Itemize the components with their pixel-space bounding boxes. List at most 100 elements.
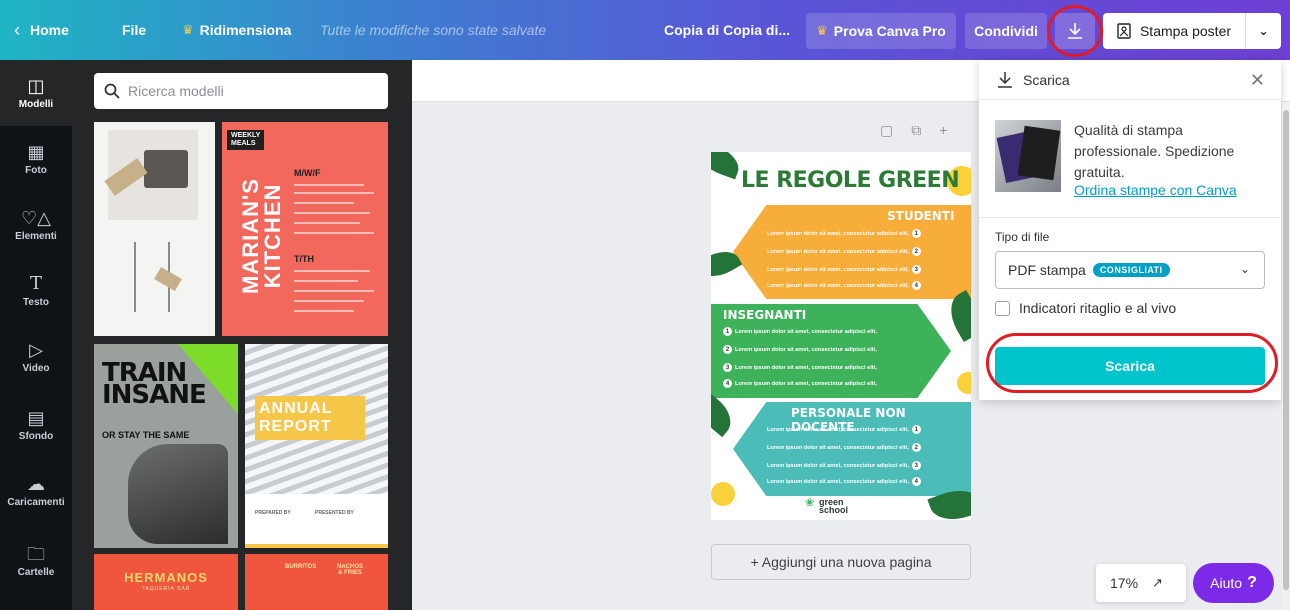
print-promo-image xyxy=(995,120,1061,192)
resize-button[interactable]: ♛ Ridimensiona xyxy=(182,0,291,60)
add-page-icon[interactable]: + xyxy=(939,122,947,139)
crop-marks-label: Indicatori ritaglio e al vivo xyxy=(1019,300,1177,316)
poster-number: 2 xyxy=(723,345,732,354)
background-icon: ▤ xyxy=(27,407,45,428)
sidebar-item-uploads[interactable]: ☁ Caricamenti xyxy=(0,458,72,524)
crop-marks-option[interactable]: Indicatori ritaglio e al vivo xyxy=(995,300,1176,316)
template-report-presented: PRESENTED BY xyxy=(315,510,354,516)
sidebar-item-text[interactable]: T Testo xyxy=(0,258,72,324)
poster-line: Lorem ipsum dolor sit amet, consectetur … xyxy=(767,248,909,255)
sidebar-item-video[interactable]: ▷ Video xyxy=(0,324,72,390)
download-panel-header: Scarica ✕ xyxy=(979,60,1281,100)
download-submit-button[interactable]: Scarica xyxy=(995,347,1265,385)
poster-page[interactable]: LE REGOLE GREEN STUDENTI Lorem ipsum dol… xyxy=(711,152,971,520)
photo-icon: ▦ xyxy=(27,141,45,162)
document-title[interactable]: Copia di Copia di... xyxy=(664,0,790,60)
try-pro-button[interactable]: ♛ Prova Canva Pro xyxy=(806,13,956,49)
leaf-icon: ❀ xyxy=(805,497,815,509)
template-menu-col1: BURRITOS xyxy=(285,564,317,570)
poster-line: Lorem ipsum dolor sit amet, consectetur … xyxy=(767,282,909,289)
print-options-dropdown[interactable]: ⌄ xyxy=(1245,13,1281,49)
crown-icon: ♛ xyxy=(816,23,828,38)
crown-icon: ♛ xyxy=(182,22,194,37)
poster-number: 1 xyxy=(911,229,921,238)
search-box[interactable] xyxy=(94,73,388,109)
poster-number: 1 xyxy=(911,425,921,434)
template-meals-day2: T/TH xyxy=(294,254,314,264)
question-icon: ? xyxy=(1247,574,1257,591)
text-icon: T xyxy=(29,272,42,294)
recommended-badge: CONSIGLIATI xyxy=(1092,263,1170,277)
download-panel-title: Scarica xyxy=(1023,71,1070,88)
expand-icon[interactable]: ↗ xyxy=(1152,575,1163,591)
sidebar-item-templates[interactable]: ◫ Modelli xyxy=(0,60,72,126)
sidebar-item-background[interactable]: ▤ Sfondo xyxy=(0,392,72,458)
print-poster-button[interactable]: Stampa poster xyxy=(1103,13,1245,49)
template-train-title: TRAIN INSANE xyxy=(102,358,207,410)
poster-line: Lorem ipsum dolor sit amet, consectetur … xyxy=(735,346,877,353)
order-prints-link[interactable]: Ordina stampe con Canva xyxy=(1074,182,1237,198)
poster-line: Lorem ipsum dolor sit amet, consectetur … xyxy=(767,478,909,485)
template-weekly-meals[interactable]: WEEKLY MEALS MARIAN'S KITCHEN M/W/F T/TH xyxy=(222,122,388,336)
poster-number: 3 xyxy=(723,363,732,372)
home-button[interactable]: ‹ Home xyxy=(14,0,69,60)
zoom-level: 17% xyxy=(1110,575,1139,591)
file-type-label: Tipo di file xyxy=(995,230,1050,244)
top-bar: ‹ Home File ♛ Ridimensiona Tutte le modi… xyxy=(0,0,1290,60)
folder-icon: 🗀 xyxy=(27,543,45,564)
elements-icon: ♡△ xyxy=(21,207,51,228)
canvas-scrollbar[interactable] xyxy=(1282,102,1290,610)
scrollbar-thumb[interactable] xyxy=(1283,110,1289,590)
crop-marks-checkbox[interactable] xyxy=(995,300,1010,316)
poster-line: Lorem ipsum dolor sit amet, consectetur … xyxy=(767,462,909,469)
chevron-down-icon: ⌄ xyxy=(1258,24,1269,38)
poster-line: Lorem ipsum dolor sit amet, consectetur … xyxy=(767,444,909,451)
template-report-title: ANNUAL REPORT xyxy=(259,400,333,435)
upload-icon: ☁ xyxy=(27,473,45,494)
share-button[interactable]: Condividi xyxy=(965,13,1047,49)
template-train-insane[interactable]: TRAIN INSANE OR STAY THE SAME xyxy=(94,344,238,548)
print-poster-icon xyxy=(1117,23,1131,39)
template-hermanos[interactable]: HERMANOS TAQUERIA BAR xyxy=(94,554,238,610)
note-icon[interactable]: ▢ xyxy=(880,122,893,139)
help-button[interactable]: Aiuto ? xyxy=(1193,563,1274,603)
templates-panel: WEEKLY MEALS MARIAN'S KITCHEN M/W/F T/TH… xyxy=(72,60,412,610)
poster-section-teachers: INSEGNANTI xyxy=(723,308,807,322)
zoom-control[interactable]: 17% ↗ xyxy=(1096,564,1186,602)
poster-number: 4 xyxy=(911,477,921,486)
sidebar-rail: ◫ Modelli ▦ Foto ♡△ Elementi T Testo ▷ V… xyxy=(0,60,72,610)
search-input[interactable] xyxy=(128,83,368,99)
poster-title: LE REGOLE GREEN xyxy=(741,168,960,193)
download-icon xyxy=(998,71,1012,88)
template-train-subtitle: OR STAY THE SAME xyxy=(102,430,190,440)
file-type-select[interactable]: PDF stampa CONSIGLIATI ⌄ xyxy=(995,251,1265,289)
poster-line: Lorem ipsum dolor sit amet, consectetur … xyxy=(767,426,909,433)
poster-number: 3 xyxy=(911,265,921,274)
template-annual-report[interactable]: ANNUAL REPORT PREPARED BY PRESENTED BY xyxy=(245,344,388,548)
search-icon xyxy=(104,83,120,99)
sidebar-item-elements[interactable]: ♡△ Elementi xyxy=(0,192,72,258)
video-icon: ▷ xyxy=(29,339,43,360)
poster-number: 3 xyxy=(911,461,921,470)
duplicate-page-icon[interactable]: ⧉ xyxy=(911,122,921,139)
template-menu[interactable]: BURRITOS NACHOS & FRIES xyxy=(245,554,388,610)
poster-number: 4 xyxy=(723,379,732,388)
download-button[interactable] xyxy=(1055,13,1095,49)
poster-line: Lorem ipsum dolor sit amet, consectetur … xyxy=(767,266,909,273)
template-photo-collage[interactable] xyxy=(94,122,215,336)
template-meals-title: MARIAN'S KITCHEN xyxy=(238,178,285,294)
poster-number: 1 xyxy=(723,327,732,336)
add-page-button[interactable]: + Aggiungi una nuova pagina xyxy=(711,544,971,580)
chevron-left-icon: ‹ xyxy=(14,19,20,40)
poster-number: 4 xyxy=(911,281,921,290)
poster-line: Lorem ipsum dolor sit amet, consectetur … xyxy=(735,380,877,387)
sidebar-item-photos[interactable]: ▦ Foto xyxy=(0,126,72,192)
chevron-down-icon: ⌄ xyxy=(1239,262,1250,276)
close-icon[interactable]: ✕ xyxy=(1250,70,1265,91)
template-report-prepared: PREPARED BY xyxy=(255,510,291,516)
poster-number: 2 xyxy=(911,247,921,256)
templates-icon: ◫ xyxy=(27,75,45,96)
poster-section-students: STUDENTI xyxy=(887,209,955,223)
file-menu[interactable]: File xyxy=(122,0,146,60)
sidebar-item-folders[interactable]: 🗀 Cartelle xyxy=(0,528,72,594)
